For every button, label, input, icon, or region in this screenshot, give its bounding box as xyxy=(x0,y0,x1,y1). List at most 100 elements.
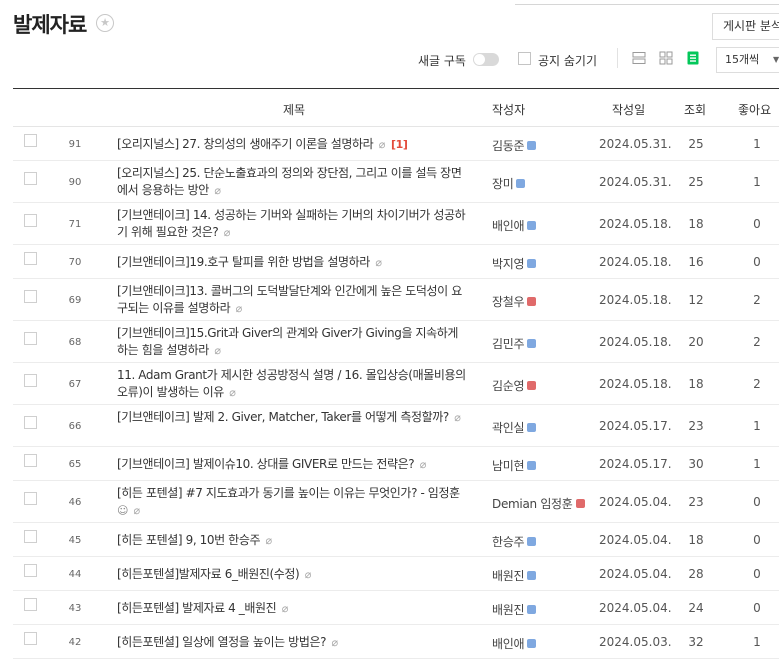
post-number: 70 xyxy=(68,257,82,268)
col-title: 제목 xyxy=(283,103,306,117)
post-title-link[interactable]: [기브앤테이크]13. 콜버그의 도덕발달단계와 인간에게 높은 도덕성이 요구… xyxy=(117,283,469,317)
card-view-icon[interactable] xyxy=(686,51,700,65)
row-checkbox[interactable] xyxy=(24,564,37,577)
comment-count[interactable]: [1] xyxy=(391,138,408,151)
post-date: 2024.05.17. xyxy=(599,419,672,433)
member-level-icon xyxy=(527,221,537,230)
subscribe-toggle[interactable] xyxy=(473,53,499,66)
table-row[interactable]: 71 [기브앤테이크] 14. 성공하는 기버와 실패하는 기버의 차이기버가 성… xyxy=(13,203,779,245)
author-link[interactable]: 김순영 xyxy=(492,377,537,394)
row-checkbox[interactable] xyxy=(24,252,37,265)
table-row[interactable]: 68 [기브앤테이크]15.Grit과 Giver의 관계와 Giver가 Giv… xyxy=(13,321,779,363)
view-count: 23 xyxy=(688,495,704,509)
hide-notice-checkbox[interactable] xyxy=(518,52,531,65)
post-title-link[interactable]: [기브앤테이크] 발제이슈10. 상대를 GIVER로 만드는 전략은? ⌀ xyxy=(117,456,469,473)
board-analysis-button[interactable]: 게시판 분석 xyxy=(712,13,779,40)
post-title-link[interactable]: [히든포텐셜] 일상에 열정을 높이는 방법은? ⌀ xyxy=(117,634,469,651)
table-row[interactable]: 90 [오리지널스] 25. 단순노출효과의 정의와 장단점, 그리고 이를 설득… xyxy=(13,161,779,203)
author-link[interactable]: Demian 임정훈 xyxy=(492,495,585,512)
post-date: 2024.05.18. xyxy=(599,377,672,391)
row-checkbox[interactable] xyxy=(24,374,37,387)
author-link[interactable]: 박지영 xyxy=(492,255,537,272)
table-row[interactable]: 70 [기브앤테이크]19.호구 탈피를 위한 방법을 설명하라 ⌀ 박지영 2024… xyxy=(13,245,779,279)
author-link[interactable]: 한승주 xyxy=(492,533,537,550)
post-title-text: [기브앤테이크]13. 콜버그의 도덕발달단계와 인간에게 높은 도덕성이 요구… xyxy=(117,284,462,315)
like-count: 2 xyxy=(753,377,761,391)
post-title-link[interactable]: [기브앤테이크] 14. 성공하는 기버와 실패하는 기버의 차이기버가 성공하… xyxy=(117,207,469,241)
table-row[interactable]: 69 [기브앤테이크]13. 콜버그의 도덕발달단계와 인간에게 높은 도덕성이 … xyxy=(13,279,779,321)
row-checkbox[interactable] xyxy=(24,172,37,185)
post-title-link[interactable]: [히든 포텐셜] #7 지도효과가 동기를 높이는 이유는 무엇인가? - 임정… xyxy=(117,485,469,519)
post-number: 45 xyxy=(68,535,82,546)
like-count: 0 xyxy=(753,495,761,509)
author-name: 장미 xyxy=(492,177,514,191)
table-row[interactable]: 67 11. Adam Grant가 제시한 성공방정식 설명 / 16. 몰입상… xyxy=(13,363,779,405)
table-row[interactable]: 44 [히든포텐셜]발제자료 6_배원진(수정) ⌀ 배원진 2024.05.04. 2… xyxy=(13,557,779,591)
attachment-icon: ⌀ xyxy=(375,256,382,269)
table-row[interactable]: 91 [오리지널스] 27. 창의성의 생애주기 이론을 설명하라 ⌀ [1] 김동준… xyxy=(13,127,779,161)
attachment-icon: ⌀ xyxy=(331,636,339,649)
author-link[interactable]: 배원진 xyxy=(492,601,537,618)
post-title-text: [기브앤테이크] 발제 2. Giver, Matcher, Taker를 어떻… xyxy=(117,410,449,424)
post-number: 71 xyxy=(68,219,82,230)
post-date: 2024.05.04. xyxy=(599,533,672,547)
post-title-link[interactable]: [오리지널스] 25. 단순노출효과의 정의와 장단점, 그리고 이를 설득 장… xyxy=(117,165,469,199)
row-checkbox[interactable] xyxy=(24,492,37,505)
author-link[interactable]: 장철우 xyxy=(492,293,537,310)
table-row[interactable]: 66 [기브앤테이크] 발제 2. Giver, Matcher, Taker를 … xyxy=(13,405,779,447)
table-row[interactable]: 43 [히든포텐셜] 발제자료 4 _배원진 ⌀ 배원진 2024.05.04. 24 0 xyxy=(13,591,779,625)
post-title-link[interactable]: [히든포텐셜] 발제자료 4 _배원진 ⌀ xyxy=(117,600,469,617)
row-checkbox[interactable] xyxy=(24,454,37,467)
like-count: 2 xyxy=(753,335,761,349)
post-title-link[interactable]: [기브앤테이크]19.호구 탈피를 위한 방법을 설명하라 ⌀ xyxy=(117,254,469,271)
post-title-text: [히든 포텐셜] 9, 10번 한승주 xyxy=(117,533,261,547)
post-number: 42 xyxy=(68,637,82,648)
row-checkbox[interactable] xyxy=(24,632,37,645)
post-date: 2024.05.03. xyxy=(599,635,672,649)
table-row[interactable]: 45 [히든 포텐셜] 9, 10번 한승주 ⌀ 한승주 2024.05.04. 18 0 xyxy=(13,523,779,557)
author-link[interactable]: 배인애 xyxy=(492,635,537,652)
like-count: 0 xyxy=(753,217,761,231)
col-views: 조회 xyxy=(684,103,707,117)
table-row[interactable]: 46 [히든 포텐셜] #7 지도효과가 동기를 높이는 이유는 무엇인가? - … xyxy=(13,481,779,523)
post-title-link[interactable]: [기브앤테이크]15.Grit과 Giver의 관계와 Giver가 Givin… xyxy=(117,325,469,359)
items-per-page-select[interactable]: 15개씩 ▼ xyxy=(716,47,779,73)
post-title-link[interactable]: [기브앤테이크] 발제 2. Giver, Matcher, Taker를 어떻… xyxy=(117,409,469,426)
star-icon[interactable]: ★ xyxy=(96,14,114,32)
like-count: 1 xyxy=(753,457,761,471)
post-number: 90 xyxy=(68,177,82,188)
post-title-link[interactable]: [오리지널스] 27. 창의성의 생애주기 이론을 설명하라 ⌀ [1] xyxy=(117,136,469,153)
author-link[interactable]: 배인애 xyxy=(492,217,537,234)
author-link[interactable]: 배원진 xyxy=(492,567,537,584)
post-title-text: [기브앤테이크]19.호구 탈피를 위한 방법을 설명하라 xyxy=(117,255,370,269)
view-count: 25 xyxy=(688,175,704,189)
like-count: 1 xyxy=(753,635,761,649)
author-name: 곽인실 xyxy=(492,421,525,435)
post-date: 2024.05.18. xyxy=(599,255,672,269)
author-link[interactable]: 남미현 xyxy=(492,457,537,474)
author-link[interactable]: 곽인실 xyxy=(492,419,537,436)
author-link[interactable]: 김민주 xyxy=(492,335,537,352)
row-checkbox[interactable] xyxy=(24,416,37,429)
table-row[interactable]: 65 [기브앤테이크] 발제이슈10. 상대를 GIVER로 만드는 전략은? ⌀… xyxy=(13,447,779,481)
row-checkbox[interactable] xyxy=(24,214,37,227)
post-title-text: [기브앤테이크]15.Grit과 Giver의 관계와 Giver가 Givin… xyxy=(117,326,459,357)
row-checkbox[interactable] xyxy=(24,598,37,611)
row-checkbox[interactable] xyxy=(24,332,37,345)
row-checkbox[interactable] xyxy=(24,530,37,543)
member-level-icon xyxy=(527,537,537,546)
row-checkbox[interactable] xyxy=(24,134,37,147)
author-link[interactable]: 장미 xyxy=(492,175,526,192)
member-level-icon xyxy=(527,259,537,268)
post-title-link[interactable]: [히든 포텐셜] 9, 10번 한승주 ⌀ xyxy=(117,532,469,549)
author-link[interactable]: 김동준 xyxy=(492,137,537,154)
list-view-icon[interactable] xyxy=(632,51,646,65)
author-name: 한승주 xyxy=(492,535,525,549)
grid-view-icon[interactable] xyxy=(659,51,673,65)
post-title-link[interactable]: [히든포텐셜]발제자료 6_배원진(수정) ⌀ xyxy=(117,566,469,583)
like-count: 0 xyxy=(753,255,761,269)
table-row[interactable]: 42 [히든포텐셜] 일상에 열정을 높이는 방법은? ⌀ 배인애 2024.05.0… xyxy=(13,625,779,659)
post-title-link[interactable]: 11. Adam Grant가 제시한 성공방정식 설명 / 16. 몰입상승(… xyxy=(117,367,469,401)
view-count: 18 xyxy=(688,377,704,391)
row-checkbox[interactable] xyxy=(24,290,37,303)
